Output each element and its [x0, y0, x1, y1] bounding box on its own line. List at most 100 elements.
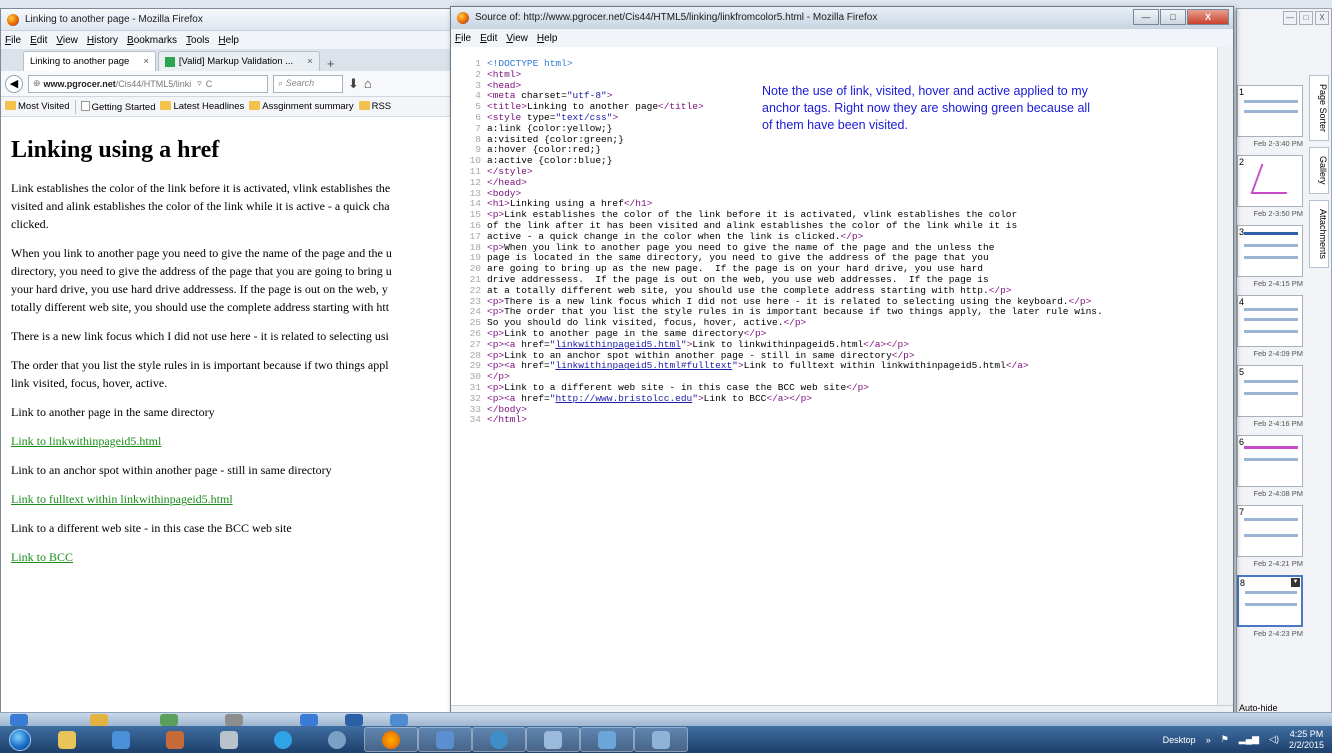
taskbar-tool[interactable]: [634, 727, 688, 752]
calculator-icon: [220, 730, 238, 749]
taskbar-chrome[interactable]: [310, 727, 364, 752]
bookmark-assignment-summary[interactable]: Assginment summary: [249, 101, 354, 112]
desktop-toolbar-label[interactable]: Desktop: [1163, 735, 1196, 745]
browser-menu-history[interactable]: History: [87, 35, 118, 46]
tray-chevron-icon[interactable]: »: [1206, 735, 1211, 745]
bookmark-most-visited[interactable]: Most Visited: [5, 101, 70, 112]
bookmark-latest-headlines[interactable]: Latest Headlines: [160, 101, 244, 112]
taskbar-network[interactable]: [94, 727, 148, 752]
strip-app-icon[interactable]: [345, 714, 363, 726]
taskbar-firefox[interactable]: [364, 727, 418, 752]
tab-linking[interactable]: Linking to another page ×: [23, 51, 156, 71]
close-button[interactable]: X: [1315, 11, 1329, 25]
close-button[interactable]: X: [1187, 9, 1229, 25]
thumbnail-time: Feb 2-4:21 PM: [1253, 559, 1303, 568]
back-button[interactable]: ◀: [5, 74, 23, 93]
bookmark-rss[interactable]: RSS: [358, 101, 391, 112]
source-line: 27 <p><a href= " linkwithinpageid5.html " > Li…: [451, 339, 1233, 351]
window-titlebar[interactable]: Linking to another page - Mozilla Firefo…: [1, 9, 459, 31]
strip-app-icon[interactable]: [300, 714, 318, 726]
page-thumbnail-3[interactable]: 3: [1237, 225, 1303, 277]
link-fulltext[interactable]: Link to fulltext within linkwithinpageid…: [11, 492, 233, 506]
browser-menu-view[interactable]: View: [56, 35, 78, 46]
dropdown-arrow-icon[interactable]: ▿: [197, 78, 202, 89]
browser-menu-help[interactable]: Help: [218, 35, 239, 46]
volume-icon[interactable]: ◁): [1269, 734, 1279, 745]
page-thumbnail-5[interactable]: 5: [1237, 365, 1303, 417]
close-tab-icon[interactable]: ×: [307, 56, 313, 67]
view-source-window: Source of: http://www.pgrocer.net/Cis44/…: [450, 6, 1234, 722]
line-number: 11: [469, 165, 481, 177]
source-token: active - a quick change in the color whe…: [487, 230, 841, 242]
search-input[interactable]: ⌕ Search: [273, 74, 343, 93]
browser-menu-file[interactable]: File: [5, 35, 21, 46]
source-window-titlebar[interactable]: Source of: http://www.pgrocer.net/Cis44/…: [451, 7, 1233, 29]
source-token: href=: [521, 392, 550, 404]
page-thumbnail-4[interactable]: 4: [1237, 295, 1303, 347]
vertical-scrollbar[interactable]: [1217, 47, 1233, 705]
address-bar[interactable]: ⊕ www.pgrocer.net /Cis44/HTML5/linki ▿ C: [28, 74, 268, 93]
recorder-icon: [490, 730, 508, 749]
firefox-logo-icon: [457, 11, 469, 24]
page-thumbnail-8[interactable]: 8 ▼: [1237, 575, 1303, 627]
page-thumbnail-2[interactable]: 2: [1237, 155, 1303, 207]
maximize-button[interactable]: □: [1299, 11, 1313, 25]
tab-gallery[interactable]: Gallery: [1309, 147, 1329, 194]
browser-menu-edit[interactable]: Edit: [30, 35, 47, 46]
strip-app-icon[interactable]: [160, 714, 178, 726]
taskbar-app[interactable]: [148, 727, 202, 752]
taskbar-internet-explorer[interactable]: [256, 727, 310, 752]
browser-menu-tools[interactable]: Tools: [186, 35, 209, 46]
home-icon[interactable]: ⌂: [364, 76, 372, 91]
source-link[interactable]: http://www.bristolcc.edu: [555, 393, 692, 405]
minimize-button[interactable]: —: [1133, 9, 1159, 25]
system-clock[interactable]: 4:25 PM 2/2/2015: [1289, 729, 1324, 751]
source-code-view[interactable]: 1 <!DOCTYPE html> 2 <html> 3 <head> 4 <meta cha…: [451, 47, 1233, 705]
folder-icon: [5, 101, 16, 110]
signal-icon[interactable]: ▂▄▆: [1239, 734, 1259, 745]
source-menu-file[interactable]: File: [455, 33, 471, 44]
bookmark-getting-started[interactable]: Getting Started: [80, 100, 155, 113]
maximize-button[interactable]: □: [1160, 9, 1186, 25]
tab-validation[interactable]: [Valid] Markup Validation ... ×: [157, 51, 320, 71]
tab-attachments[interactable]: Attachments: [1309, 199, 1329, 268]
thumbnail-time: Feb 2-3:50 PM: [1253, 209, 1303, 218]
source-link[interactable]: linkwithinpageid5.html#fulltext: [555, 361, 732, 372]
start-button[interactable]: [0, 727, 40, 753]
line-number: 30: [469, 371, 481, 383]
link-bcc[interactable]: Link to BCC: [11, 550, 73, 564]
tab-page-sorter[interactable]: Page Sorter: [1309, 75, 1329, 142]
browser-menu-bookmarks[interactable]: Bookmarks: [127, 35, 177, 46]
link-linkwithinpageid5[interactable]: Link to linkwithinpageid5.html: [11, 434, 161, 448]
new-tab-button[interactable]: +: [322, 56, 340, 71]
taskbar-smart-notebook[interactable]: [418, 727, 472, 752]
taskbar-paint[interactable]: [580, 727, 634, 752]
minimize-button[interactable]: —: [1283, 11, 1297, 25]
strip-app-icon[interactable]: [225, 714, 243, 726]
taskbar-recorder[interactable]: [472, 727, 526, 752]
thumbnail-menu-icon[interactable]: ▼: [1291, 578, 1300, 587]
page-thumbnail-1[interactable]: 1: [1237, 85, 1303, 137]
source-link[interactable]: linkwithinpageid5.html: [555, 339, 680, 351]
network-icon: [112, 730, 130, 749]
taskbar-board[interactable]: [526, 727, 580, 752]
source-line: 33 </body>: [451, 404, 1233, 416]
strip-app-icon[interactable]: [10, 714, 28, 726]
line-number: 1: [475, 58, 481, 69]
page-thumbnail-6[interactable]: 6: [1237, 435, 1303, 487]
source-line: 12 </head>: [451, 177, 1233, 189]
download-icon[interactable]: ⬇: [348, 76, 359, 92]
flag-icon[interactable]: ⚑: [1221, 734, 1229, 745]
source-menu-view[interactable]: View: [506, 33, 528, 44]
reload-icon[interactable]: C: [206, 79, 213, 89]
page-thumbnail-7[interactable]: 7: [1237, 505, 1303, 557]
taskbar-calculator[interactable]: [202, 727, 256, 752]
strip-app-icon[interactable]: [390, 714, 408, 726]
close-tab-icon[interactable]: ×: [143, 56, 149, 67]
taskbar-explorer[interactable]: [40, 727, 94, 752]
notebook-icon: [436, 730, 454, 749]
strip-app-icon[interactable]: [90, 714, 108, 726]
source-menu-help[interactable]: Help: [537, 33, 558, 44]
paragraph-link-colors: Link establishes the color of the link b…: [11, 179, 449, 233]
source-menu-edit[interactable]: Edit: [480, 33, 497, 44]
